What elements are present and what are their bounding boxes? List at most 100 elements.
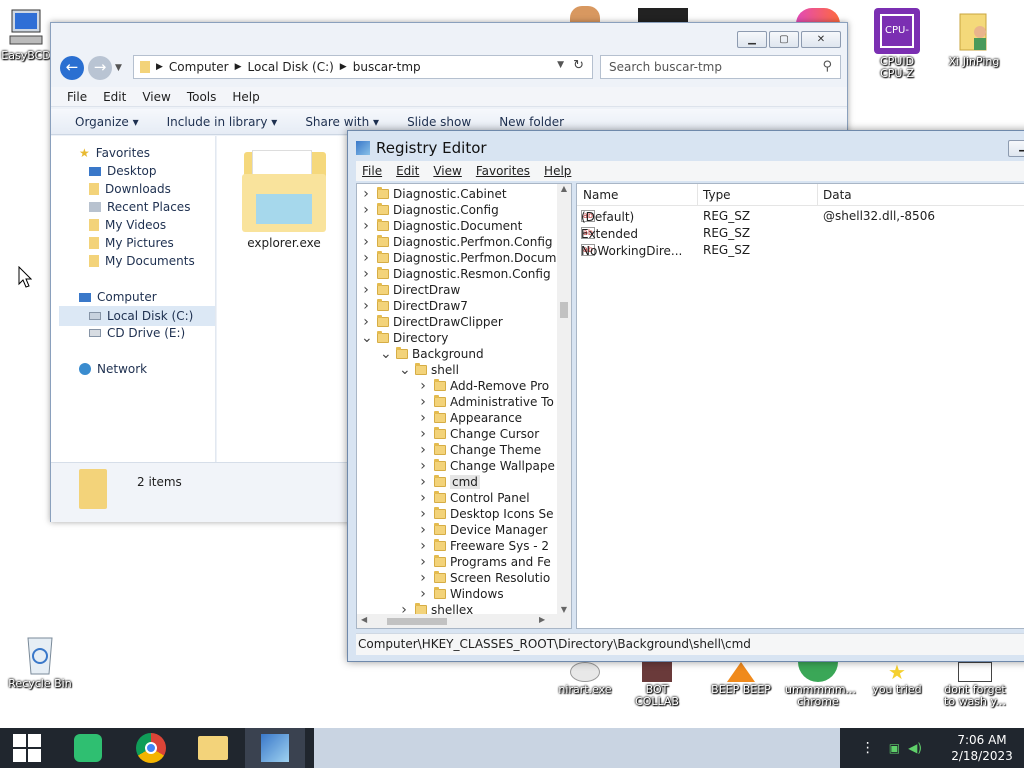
column-type[interactable]: Type bbox=[703, 188, 731, 202]
chevron-right-icon[interactable]: › bbox=[418, 538, 428, 554]
chevron-right-icon[interactable]: › bbox=[361, 250, 371, 266]
nav-favorites[interactable]: ★ Favorites bbox=[79, 146, 150, 160]
address-dropdown-icon[interactable]: ▼ bbox=[557, 60, 564, 70]
tree-node[interactable]: › Desktop Icons Se bbox=[418, 506, 553, 522]
scroll-thumb[interactable] bbox=[560, 302, 568, 318]
desktop-icon-bot-collab[interactable]: BOT COLLAB bbox=[622, 662, 692, 708]
desktop-icon-recycle-bin[interactable]: Recycle Bin bbox=[0, 632, 80, 690]
chevron-right-icon[interactable]: › bbox=[418, 570, 428, 586]
breadcrumb-item[interactable]: buscar-tmp bbox=[353, 60, 421, 74]
menu-help[interactable]: Help bbox=[544, 164, 571, 178]
tree-node[interactable]: › Diagnostic.Document bbox=[361, 218, 522, 234]
value-row[interactable]: ab NoWorkingDire... REG_SZ bbox=[577, 242, 1024, 259]
menu-favorites[interactable]: Favorites bbox=[476, 164, 530, 178]
chevron-right-icon[interactable]: › bbox=[418, 394, 428, 410]
scroll-up-arrow[interactable]: ▲ bbox=[557, 184, 571, 193]
nav-computer[interactable]: Computer bbox=[79, 290, 157, 304]
tree-node[interactable]: › Add-Remove Pro bbox=[418, 378, 549, 394]
tree-node[interactable]: › DirectDraw bbox=[361, 282, 460, 298]
column-name[interactable]: Name bbox=[583, 188, 618, 202]
minimize-button[interactable]: ▁ bbox=[737, 31, 767, 48]
address-bar[interactable]: ▶ Computer ▶ Local Disk (C:) ▶ buscar-tm… bbox=[133, 55, 593, 79]
desktop-icon-nirart[interactable]: nirart.exe bbox=[545, 662, 625, 696]
chevron-right-icon[interactable]: › bbox=[361, 218, 371, 234]
refresh-icon[interactable]: ↻ bbox=[573, 58, 584, 73]
chevron-right-icon[interactable]: › bbox=[361, 298, 371, 314]
tree-node[interactable]: › Programs and Fe bbox=[418, 554, 551, 570]
chevron-down-icon[interactable]: ⌄ bbox=[399, 362, 411, 378]
tree-node[interactable]: › Device Manager bbox=[418, 522, 547, 538]
taskbar-app-chrome[interactable] bbox=[121, 728, 181, 768]
start-button[interactable] bbox=[0, 728, 54, 768]
tree-node[interactable]: › Diagnostic.Perfmon.Config bbox=[361, 234, 552, 250]
file-item[interactable]: explorer.exe bbox=[239, 146, 329, 250]
chevron-right-icon[interactable]: › bbox=[418, 506, 428, 522]
back-button[interactable]: ← bbox=[60, 56, 84, 80]
nav-local-disk[interactable]: Local Disk (C:) bbox=[59, 306, 215, 326]
nav-desktop[interactable]: Desktop bbox=[89, 164, 157, 178]
chevron-right-icon[interactable]: › bbox=[361, 266, 371, 282]
menu-edit[interactable]: Edit bbox=[396, 164, 419, 178]
tree-node[interactable]: › Screen Resolutio bbox=[418, 570, 550, 586]
tree-node[interactable]: ⌄ Background bbox=[380, 346, 484, 362]
tree-node[interactable]: › DirectDraw7 bbox=[361, 298, 468, 314]
menu-help[interactable]: Help bbox=[232, 90, 259, 104]
search-input[interactable]: Search buscar-tmp bbox=[609, 60, 722, 74]
nav-recent-places[interactable]: Recent Places bbox=[89, 200, 190, 214]
menu-tools[interactable]: Tools bbox=[187, 90, 217, 104]
network-status-icon[interactable]: ▣ bbox=[889, 741, 900, 755]
tree-horizontal-scrollbar[interactable]: ◀ ▶ bbox=[357, 614, 571, 628]
nav-my-pictures[interactable]: My Pictures bbox=[89, 236, 174, 250]
tree-node[interactable]: › Control Panel bbox=[418, 490, 529, 506]
nav-my-documents[interactable]: My Documents bbox=[89, 254, 195, 268]
desktop-icon-beep-beep[interactable]: BEEP BEEP bbox=[701, 662, 781, 696]
tree-node[interactable]: › Diagnostic.Config bbox=[361, 202, 499, 218]
tree-node[interactable]: › Windows bbox=[418, 586, 503, 602]
chevron-right-icon[interactable]: › bbox=[418, 586, 428, 602]
tree-node[interactable]: › Appearance bbox=[418, 410, 522, 426]
scroll-down-arrow[interactable]: ▼ bbox=[557, 605, 571, 614]
scroll-thumb[interactable] bbox=[387, 618, 447, 625]
desktop-icon-chrome[interactable]: ummmmm... chrome bbox=[778, 662, 858, 708]
tree-node[interactable]: › Diagnostic.Perfmon.Docume bbox=[361, 250, 564, 266]
registry-tree[interactable]: › Diagnostic.Cabinet › Diagnostic.Config › Di… bbox=[356, 183, 572, 629]
new-folder-button[interactable]: New folder bbox=[499, 115, 564, 129]
tree-node[interactable]: › Change Theme bbox=[418, 442, 541, 458]
volume-icon[interactable]: ◀) bbox=[908, 741, 922, 755]
desktop-icon-you-tried[interactable]: ★ you tried bbox=[857, 662, 937, 696]
desktop-icon-dont-forget[interactable]: dont forget to wash y... bbox=[935, 662, 1015, 708]
chevron-right-icon[interactable]: › bbox=[418, 410, 428, 426]
chevron-right-icon[interactable]: › bbox=[418, 458, 428, 474]
maximize-button[interactable]: ▢ bbox=[769, 31, 799, 48]
chevron-right-icon[interactable]: › bbox=[418, 378, 428, 394]
search-box[interactable]: Search buscar-tmp ⚲ bbox=[600, 55, 841, 79]
registry-values-list[interactable]: Name Type Data ab (Default) REG_SZ @shell… bbox=[576, 183, 1024, 629]
chevron-right-icon[interactable]: › bbox=[418, 474, 428, 490]
taskbar-app-regedit[interactable] bbox=[245, 728, 305, 768]
chevron-right-icon[interactable]: › bbox=[418, 554, 428, 570]
taskbar-app-notes[interactable] bbox=[58, 728, 118, 768]
nav-network[interactable]: Network bbox=[79, 362, 147, 376]
menu-file[interactable]: File bbox=[362, 164, 382, 178]
column-data[interactable]: Data bbox=[823, 188, 852, 202]
forward-button[interactable]: → bbox=[88, 56, 112, 80]
include-in-library-button[interactable]: Include in library ▾ bbox=[167, 115, 278, 129]
tray-overflow-icon[interactable]: ⋮ bbox=[861, 740, 875, 756]
chevron-down-icon[interactable]: ⌄ bbox=[361, 330, 373, 346]
tree-vertical-scrollbar[interactable]: ▲ ▼ bbox=[557, 184, 571, 614]
menu-file[interactable]: File bbox=[67, 90, 87, 104]
minimize-button[interactable]: ▁ bbox=[1008, 140, 1024, 157]
tree-node[interactable]: › Diagnostic.Cabinet bbox=[361, 186, 506, 202]
menu-view[interactable]: View bbox=[433, 164, 461, 178]
scroll-right-arrow[interactable]: ▶ bbox=[539, 615, 545, 624]
tree-node[interactable]: › Change Cursor bbox=[418, 426, 539, 442]
desktop-icon-cpuz[interactable]: CPU-Z CPUID CPU-Z bbox=[857, 8, 937, 80]
nav-my-videos[interactable]: My Videos bbox=[89, 218, 166, 232]
organize-button[interactable]: Organize ▾ bbox=[75, 115, 139, 129]
tree-node[interactable]: › Diagnostic.Resmon.Config bbox=[361, 266, 550, 282]
desktop-icon-xi-jinping[interactable]: Xi JinPing bbox=[934, 8, 1014, 68]
close-button[interactable]: ✕ bbox=[801, 31, 841, 48]
tree-node[interactable]: › Freeware Sys - 2 bbox=[418, 538, 549, 554]
menu-edit[interactable]: Edit bbox=[103, 90, 126, 104]
nav-downloads[interactable]: Downloads bbox=[89, 182, 171, 196]
